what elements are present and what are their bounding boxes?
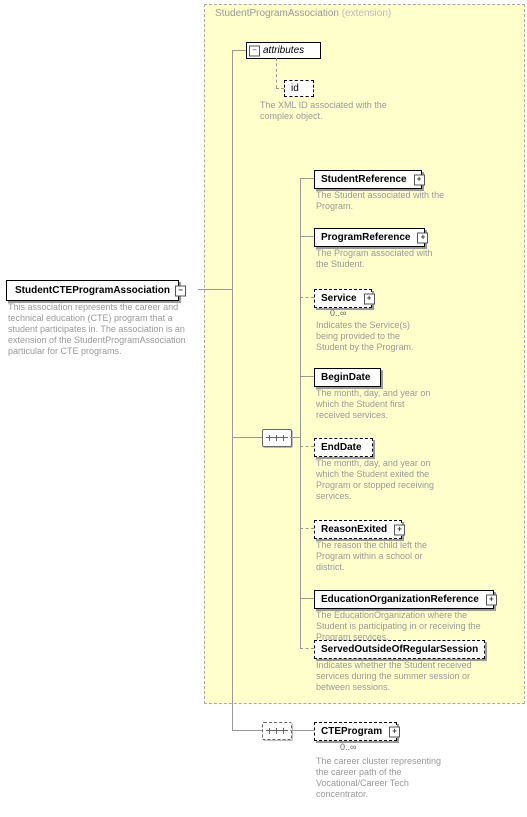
extension-title: StudentProgramAssociation (extension) [215, 8, 391, 19]
cte-program-node[interactable]: CTEProgram + [314, 722, 397, 741]
node-desc: The month, day, and year on which the St… [316, 388, 441, 421]
connector-line [300, 446, 314, 448]
node-desc: The EducationOrganization where the Stud… [316, 610, 496, 643]
minus-icon[interactable]: − [175, 285, 186, 296]
end-date-node[interactable]: EndDate [314, 438, 373, 457]
plus-icon[interactable]: + [414, 174, 425, 185]
cte-cardinality: 0..∞ [340, 742, 356, 752]
root-desc: This association represents the career a… [8, 302, 200, 357]
extension-title-suffix: (extension) [342, 8, 391, 19]
sequence-connector-optional [262, 722, 292, 740]
extension-title-prefix: StudentProgramAssociation [215, 8, 339, 19]
served-outside-node[interactable]: ServedOutsideOfRegularSession [314, 640, 485, 659]
id-label: id [291, 83, 299, 94]
student-reference-node[interactable]: StudentReference + [314, 170, 422, 189]
node-label: ProgramReference [321, 232, 410, 243]
node-desc: Indicates whether the Student received s… [316, 660, 506, 693]
node-label: StudentReference [321, 174, 407, 185]
root-label: StudentCTEProgramAssociation [15, 285, 170, 296]
connector-line [276, 88, 284, 90]
connector-line [198, 289, 232, 290]
plus-icon[interactable]: + [364, 293, 375, 304]
node-label: ServedOutsideOfRegularSession [321, 644, 478, 655]
program-reference-node[interactable]: ProgramReference + [314, 228, 425, 247]
connector-line [300, 236, 314, 237]
connector-line [290, 437, 300, 438]
minus-icon[interactable]: − [249, 45, 260, 56]
plus-icon[interactable]: + [389, 726, 400, 737]
connector-line [276, 58, 278, 88]
attributes-label: attributes [263, 45, 304, 56]
node-label: EducationOrganizationReference [321, 594, 479, 605]
node-desc: The month, day, and year on which the St… [316, 458, 441, 502]
id-desc: The XML ID associated with the complex o… [260, 100, 390, 122]
cte-desc: The career cluster representing the care… [316, 756, 446, 800]
root-node[interactable]: StudentCTEProgramAssociation − [6, 280, 179, 301]
connector-line [232, 50, 233, 730]
node-desc: The Program associated with the Student. [316, 248, 446, 270]
education-organization-reference-node[interactable]: EducationOrganizationReference + [314, 590, 494, 609]
node-label: ReasonExited [321, 524, 387, 535]
connector-line [232, 50, 246, 51]
node-desc: The Student associated with the Program. [316, 190, 446, 212]
connector-line [232, 730, 262, 731]
begin-date-node[interactable]: BeginDate [314, 368, 381, 387]
node-desc: Indicates the Service(s) being provided … [316, 320, 431, 353]
connector-line [300, 528, 314, 530]
service-cardinality: 0..∞ [330, 308, 346, 318]
connector-line [300, 178, 314, 179]
node-label: EndDate [321, 442, 362, 453]
connector-line [300, 178, 301, 648]
connector-line [300, 648, 314, 650]
node-label: Service [321, 293, 357, 304]
reason-exited-node[interactable]: ReasonExited + [314, 520, 402, 539]
sequence-connector [262, 429, 292, 447]
attributes-box[interactable]: − attributes [246, 42, 321, 59]
node-label: BeginDate [321, 372, 370, 383]
connector-line [290, 730, 314, 731]
id-node[interactable]: id [284, 80, 314, 97]
node-label: CTEProgram [321, 726, 382, 737]
plus-icon[interactable]: + [486, 594, 497, 605]
connector-line [300, 598, 314, 599]
connector-line [232, 437, 262, 438]
connector-line [300, 297, 314, 299]
plus-icon[interactable]: + [394, 524, 405, 535]
connector-line [300, 376, 314, 377]
service-node[interactable]: Service + [314, 289, 372, 308]
plus-icon[interactable]: + [417, 232, 428, 243]
node-desc: The reason the child left the Program wi… [316, 540, 441, 573]
